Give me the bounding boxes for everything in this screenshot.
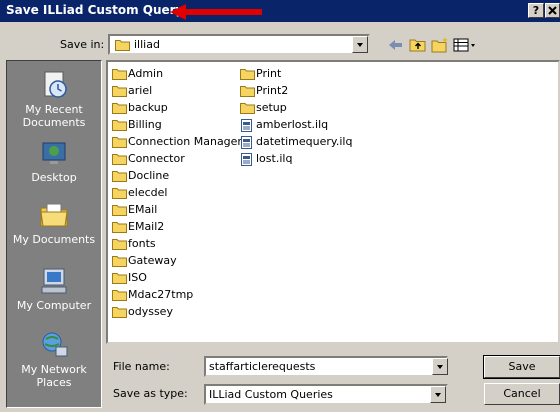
back-arrow-icon[interactable] xyxy=(386,36,406,54)
place-label: My Documents xyxy=(12,233,96,246)
item-label: ariel xyxy=(128,84,153,97)
place-my-recent-documents[interactable]: My Recent Documents xyxy=(7,69,101,129)
item-label: Admin xyxy=(128,67,164,80)
query-file-icon xyxy=(241,136,252,149)
item-label: EMail2 xyxy=(128,220,165,233)
folder-icon xyxy=(112,290,127,301)
query-file-icon xyxy=(241,153,252,166)
place-label: Desktop xyxy=(31,171,77,184)
item-label: Print xyxy=(256,67,282,80)
file-list[interactable]: Admin ariel backup Billing Connection Ma… xyxy=(106,60,560,344)
place-my-documents[interactable]: My Documents xyxy=(7,199,101,246)
save-in-dropdown[interactable]: illiad xyxy=(108,34,370,55)
item-label: Docline xyxy=(128,169,170,182)
folder-icon xyxy=(115,40,130,51)
close-button[interactable] xyxy=(545,3,560,18)
network-places-icon xyxy=(42,332,68,357)
folder-icon xyxy=(112,188,127,199)
item-label: datetimequery.ilq xyxy=(256,135,353,148)
file-name-input[interactable] xyxy=(204,356,448,377)
save-button[interactable]: Save xyxy=(483,355,560,379)
my-documents-icon xyxy=(40,203,68,227)
chevron-down-icon[interactable] xyxy=(430,386,446,403)
folder-icon xyxy=(112,69,127,80)
item-label: Connection Manager xyxy=(128,135,242,148)
place-label: My Network Places xyxy=(21,363,87,389)
recent-documents-icon xyxy=(44,71,67,98)
folder-icon xyxy=(112,205,127,216)
folder-icon xyxy=(112,86,127,97)
folder-icon xyxy=(240,103,255,114)
folder-icon xyxy=(112,307,127,318)
place-my-computer[interactable]: My Computer xyxy=(7,265,101,312)
save-in-value: illiad xyxy=(134,38,160,51)
up-folder-icon[interactable] xyxy=(408,36,428,54)
new-folder-icon[interactable] xyxy=(430,36,450,54)
folder-icon xyxy=(240,86,255,97)
save-in-label: Save in: xyxy=(60,38,105,51)
file-name-label: File name: xyxy=(113,360,170,373)
save-as-type-value: ILLiad Custom Queries xyxy=(209,388,333,401)
folder-icon xyxy=(240,69,255,80)
folder-icon xyxy=(112,120,127,131)
file-name-dropdown-icon[interactable] xyxy=(432,358,448,375)
item-label: Connector xyxy=(128,152,185,165)
place-label: My Computer xyxy=(16,299,92,312)
place-label: My Recent Documents xyxy=(22,103,86,129)
item-label: Mdac27tmp xyxy=(128,288,194,301)
help-button[interactable]: ? xyxy=(528,3,544,18)
item-label: Billing xyxy=(128,118,162,131)
views-menu-icon[interactable] xyxy=(452,36,478,54)
item-label: backup xyxy=(128,101,168,114)
query-file-icon xyxy=(241,119,252,132)
dialog-title: Save ILLiad Custom Query xyxy=(6,3,184,17)
item-label: elecdel xyxy=(128,186,168,199)
title-bar[interactable]: Save ILLiad Custom Query ? xyxy=(0,0,560,22)
folder-icon xyxy=(112,103,127,114)
place-my-network-places[interactable]: My Network Places xyxy=(7,329,101,389)
places-bar: My Recent Documents Desktop My Documents… xyxy=(6,60,102,408)
folder-icon xyxy=(112,239,127,250)
folder-icon xyxy=(112,137,127,148)
close-icon xyxy=(548,6,557,15)
my-computer-icon xyxy=(41,268,67,294)
folder-icon xyxy=(112,154,127,165)
red-arrow-annotation xyxy=(170,4,262,20)
save-as-type-dropdown[interactable]: ILLiad Custom Queries xyxy=(204,384,448,405)
item-label: setup xyxy=(256,101,287,114)
folder-icon xyxy=(112,222,127,233)
chevron-down-icon[interactable] xyxy=(352,36,368,53)
item-label: Print2 xyxy=(256,84,289,97)
item-label: lost.ilq xyxy=(256,152,293,165)
item-label: EMail xyxy=(128,203,158,216)
item-label: odyssey xyxy=(128,305,173,318)
save-as-type-label: Save as type: xyxy=(113,387,188,400)
folder-icon xyxy=(112,256,127,267)
place-desktop[interactable]: Desktop xyxy=(7,137,101,184)
item-label: ISO xyxy=(128,271,147,284)
folder-icon xyxy=(112,171,127,182)
cancel-button[interactable]: Cancel xyxy=(484,383,560,405)
desktop-icon xyxy=(42,142,66,164)
item-label: amberlost.ilq xyxy=(256,118,329,131)
item-label: Gateway xyxy=(128,254,177,267)
folder-icon xyxy=(112,273,127,284)
item-label: fonts xyxy=(128,237,156,250)
